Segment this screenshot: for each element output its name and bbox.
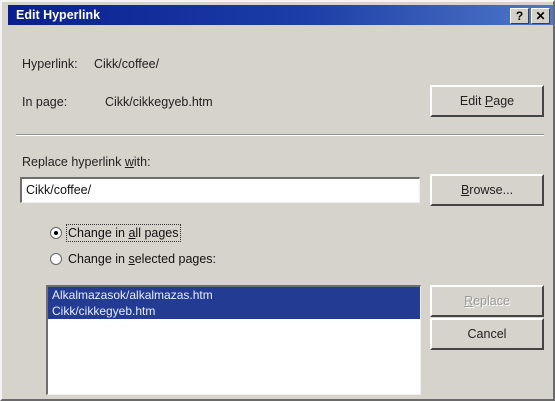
radio-change-selected-pages[interactable]: Change in selected pages: — [50, 252, 216, 266]
close-button[interactable]: ✕ — [531, 8, 550, 24]
dialog-title: Edit Hyperlink — [16, 8, 101, 22]
list-item[interactable]: Cikk/cikkegyeb.htm — [48, 303, 420, 319]
edit-page-label-rest: age — [493, 94, 515, 108]
title-bar[interactable]: Edit Hyperlink ? ✕ — [8, 5, 553, 25]
replace-hyperlink-label: Replace hyperlink with: — [22, 155, 151, 169]
replace-label: eplace — [473, 294, 510, 308]
replace-label-rest: ith: — [133, 155, 151, 169]
browse-label: rowse... — [469, 183, 514, 197]
edit-page-button[interactable]: Edit Page — [430, 85, 544, 117]
hyperlink-value: Cikk/coffee/ — [94, 57, 160, 71]
pages-listbox[interactable]: Alkalmazasok/alkalmazas.htm Cikk/cikkegy… — [46, 285, 421, 395]
in-page-value: Cikk/cikkegyeb.htm — [105, 95, 213, 109]
replace-accesskey: R — [464, 294, 474, 308]
hyperlink-label: Hyperlink: — [22, 57, 78, 71]
separator — [16, 134, 544, 136]
change-selected-rest: elected pages: — [134, 252, 217, 266]
cancel-button[interactable]: Cancel — [430, 318, 544, 350]
change-all-text: Change in — [68, 226, 129, 240]
radio-change-all-pages[interactable]: Change in all pages — [50, 224, 181, 242]
radio-unselected-indicator[interactable] — [50, 253, 62, 265]
change-selected-text: Change in — [68, 252, 129, 266]
in-page-label: In page: — [22, 95, 68, 109]
edit-page-label: Edit — [459, 94, 485, 108]
change-all-rest: ll pages — [135, 226, 179, 240]
replace-hyperlink-input[interactable]: Cikk/coffee/ — [20, 177, 420, 203]
change-selected-pages-label: Change in selected pages: — [68, 252, 216, 266]
radio-selected-indicator[interactable] — [50, 227, 62, 239]
edit-hyperlink-dialog: Edit Hyperlink ? ✕ Hyperlink: Cikk/coffe… — [0, 0, 555, 401]
close-icon: ✕ — [535, 9, 546, 23]
help-icon: ? — [515, 9, 524, 23]
replace-label-accesskey: w — [124, 155, 134, 169]
browse-button[interactable]: Browse... — [430, 174, 544, 206]
replace-button[interactable]: Replace — [430, 285, 544, 317]
help-button[interactable]: ? — [510, 8, 529, 24]
list-item[interactable]: Alkalmazasok/alkalmazas.htm — [48, 287, 420, 303]
edit-page-accesskey: P — [484, 94, 494, 108]
change-all-pages-label: Change in all pages — [66, 224, 181, 242]
replace-label-text: Replace hyperlink — [22, 155, 125, 169]
